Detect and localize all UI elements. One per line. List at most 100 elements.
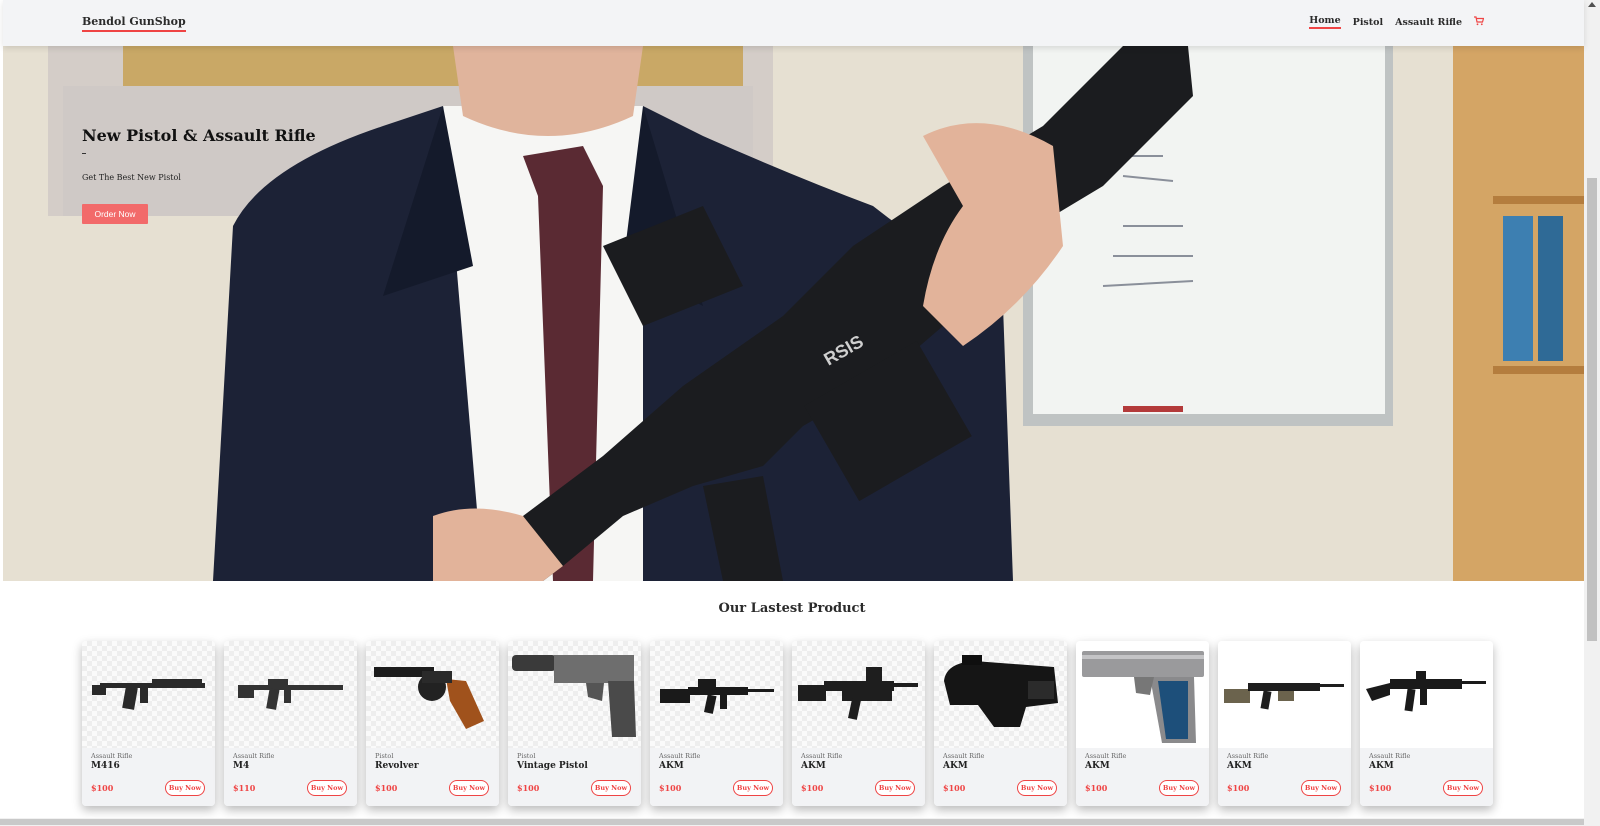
product-image — [650, 641, 783, 748]
buy-now-button[interactable]: Buy Now — [591, 780, 631, 796]
nav-link-assault-rifle[interactable]: Assault Rifle — [1395, 17, 1462, 28]
product-name: AKM — [1227, 761, 1252, 771]
buy-now-button[interactable]: Buy Now — [1443, 780, 1483, 796]
product-category: Pistol — [517, 752, 536, 760]
nav-link-pistol[interactable]: Pistol — [1353, 17, 1383, 28]
product-category: Assault Rifle — [1227, 752, 1269, 760]
product-card[interactable]: Assault Rifle AKM $100 Buy Now — [1218, 641, 1351, 806]
buy-now-button[interactable]: Buy Now — [733, 780, 773, 796]
hero-subtitle: Get The Best New Pistol — [82, 173, 181, 182]
hero-banner: RSIS New Pistol & Assault Rifle Get The … — [3, 46, 1584, 581]
product-info: Assault Rifle AKM $100 Buy Now — [1076, 748, 1209, 806]
product-name: AKM — [1085, 761, 1110, 771]
product-card[interactable]: Assault Rifle AKM $100 Buy Now — [650, 641, 783, 806]
product-info: Pistol Vintage Pistol $100 Buy Now — [508, 748, 641, 806]
shopping-cart-icon-svg — [1474, 15, 1485, 25]
rifle-image — [660, 679, 774, 714]
product-info: Assault Rifle AKM $100 Buy Now — [1360, 748, 1493, 806]
rifle-image — [1224, 683, 1344, 710]
buy-now-button[interactable]: Buy Now — [165, 780, 205, 796]
revolver-image — [374, 667, 484, 729]
nav-links: Home Pistol Assault Rifle — [1309, 15, 1485, 29]
product-info: Assault Rifle AKM $100 Buy Now — [934, 748, 1067, 806]
product-name: Vintage Pistol — [517, 761, 588, 771]
buy-now-button[interactable]: Buy Now — [1301, 780, 1341, 796]
order-now-button[interactable]: Order Now — [82, 204, 148, 224]
product-name: AKM — [801, 761, 826, 771]
product-image — [366, 641, 499, 748]
rifle-image — [798, 667, 918, 720]
horizontal-scroll-thumb[interactable] — [0, 819, 1584, 825]
product-info: Assault Rifle M4 $110 Buy Now — [224, 748, 357, 806]
vertical-scrollbar[interactable] — [1584, 0, 1600, 826]
product-price: $100 — [375, 783, 398, 793]
product-category: Assault Rifle — [801, 752, 843, 760]
product-card[interactable]: Assault Rifle AKM $100 Buy Now — [792, 641, 925, 806]
product-info: Pistol Revolver $100 Buy Now — [366, 748, 499, 806]
buy-now-button[interactable]: Buy Now — [307, 780, 347, 796]
product-card[interactable]: Pistol Vintage Pistol $100 Buy Now — [508, 641, 641, 806]
product-info: Assault Rifle AKM $100 Buy Now — [1218, 748, 1351, 806]
product-card[interactable]: Assault Rifle AKM $100 Buy Now — [934, 641, 1067, 806]
section-title-latest-products: Our Lastest Product — [718, 601, 866, 616]
pistol-image — [512, 655, 636, 737]
product-image — [508, 641, 641, 748]
product-image — [792, 641, 925, 748]
product-image — [1360, 641, 1493, 748]
buy-now-button[interactable]: Buy Now — [1017, 780, 1057, 796]
brand-logo-link[interactable]: Bendol GunShop — [82, 15, 186, 32]
nav-link-home[interactable]: Home — [1309, 15, 1341, 29]
product-price: $110 — [233, 783, 256, 793]
product-category: Assault Rifle — [1369, 752, 1411, 760]
product-name: AKM — [943, 761, 968, 771]
smg-image — [944, 655, 1058, 727]
horizontal-scrollbar[interactable] — [0, 818, 1584, 826]
pistol-image — [1082, 651, 1204, 743]
buy-now-button[interactable]: Buy Now — [875, 780, 915, 796]
rifle-image — [238, 679, 343, 710]
product-category: Assault Rifle — [659, 752, 701, 760]
product-name: AKM — [659, 761, 684, 771]
product-info: Assault Rifle AKM $100 Buy Now — [650, 748, 783, 806]
product-card[interactable]: Assault Rifle M4 $110 Buy Now — [224, 641, 357, 806]
rifle-image — [92, 679, 205, 710]
product-price: $100 — [1227, 783, 1250, 793]
product-image — [1218, 641, 1351, 748]
product-image — [934, 641, 1067, 748]
product-price: $100 — [517, 783, 540, 793]
product-name: M4 — [233, 761, 250, 771]
product-price: $100 — [1369, 783, 1392, 793]
product-name: AKM — [1369, 761, 1394, 771]
product-category: Pistol — [375, 752, 394, 760]
buy-now-button[interactable]: Buy Now — [1159, 780, 1199, 796]
product-card[interactable]: Assault Rifle AKM $100 Buy Now — [1360, 641, 1493, 806]
product-image — [82, 641, 215, 748]
product-price: $100 — [91, 783, 114, 793]
product-image — [224, 641, 357, 748]
product-price: $100 — [1085, 783, 1108, 793]
scroll-up-arrow-icon[interactable] — [1588, 2, 1596, 7]
product-category: Assault Rifle — [1085, 752, 1127, 760]
product-price: $100 — [943, 783, 966, 793]
product-info: Assault Rifle AKM $100 Buy Now — [792, 748, 925, 806]
page: RSIS New Pistol & Assault Rifle Get The … — [0, 0, 1600, 826]
hero-divider — [82, 153, 86, 154]
product-card[interactable]: Assault Rifle AKM $100 Buy Now — [1076, 641, 1209, 806]
shopping-cart-icon[interactable] — [1474, 15, 1485, 29]
top-navbar: Bendol GunShop Home Pistol Assault Rifle — [3, 0, 1584, 46]
vertical-scroll-thumb[interactable] — [1587, 178, 1597, 641]
product-image — [1076, 641, 1209, 748]
product-info: Assault Rifle M416 $100 Buy Now — [82, 748, 215, 806]
product-category: Assault Rifle — [233, 752, 275, 760]
product-card[interactable]: Pistol Revolver $100 Buy Now — [366, 641, 499, 806]
rifle-image — [1366, 671, 1486, 712]
product-name: M416 — [91, 761, 120, 771]
product-price: $100 — [801, 783, 824, 793]
product-category: Assault Rifle — [943, 752, 985, 760]
product-category: Assault Rifle — [91, 752, 133, 760]
hero-title: New Pistol & Assault Rifle — [82, 126, 316, 145]
product-list: Assault Rifle M416 $100 Buy Now Assault … — [82, 641, 1493, 806]
product-card[interactable]: Assault Rifle M416 $100 Buy Now — [82, 641, 215, 806]
buy-now-button[interactable]: Buy Now — [449, 780, 489, 796]
product-price: $100 — [659, 783, 682, 793]
